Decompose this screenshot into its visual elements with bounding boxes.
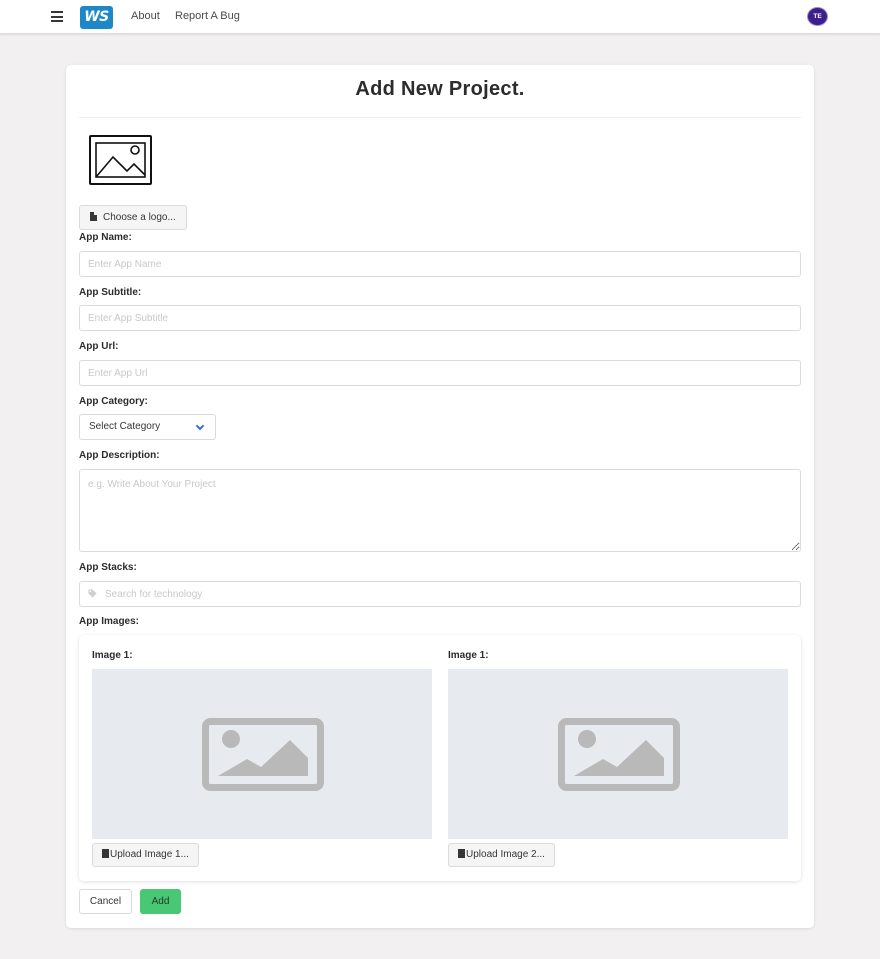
- cancel-button[interactable]: Cancel: [79, 889, 132, 914]
- title-divider: [79, 117, 801, 118]
- upload-image-2-button[interactable]: Upload Image 2...: [448, 843, 555, 867]
- nav-link-report-bug[interactable]: Report A Bug: [175, 10, 240, 22]
- page-title: Add New Project.: [355, 78, 525, 100]
- app-description-label: App Description:: [79, 450, 160, 461]
- ws-logo[interactable]: WS: [80, 6, 113, 29]
- nav-link-about[interactable]: About: [131, 10, 160, 22]
- user-avatar[interactable]: TE: [807, 7, 828, 26]
- app-subtitle-label: App Subtitle:: [79, 287, 142, 298]
- choose-logo-label: Choose a logo...: [103, 212, 176, 223]
- app-description-textarea[interactable]: [79, 469, 801, 552]
- app-name-label: App Name:: [79, 232, 132, 243]
- upload-image-1-label: Upload Image 1...: [110, 849, 189, 860]
- image-2-label: Image 1:: [448, 650, 489, 661]
- app-category-label: App Category:: [79, 396, 148, 407]
- top-navbar: WS About Report A Bug TE: [0, 0, 880, 34]
- image-2-preview[interactable]: [448, 669, 788, 839]
- choose-logo-button[interactable]: Choose a logo...: [79, 205, 187, 230]
- logo-placeholder-icon: [89, 135, 152, 185]
- app-url-input[interactable]: [79, 360, 801, 386]
- upload-image-1-button[interactable]: Upload Image 1...: [92, 843, 199, 867]
- app-stacks-label: App Stacks:: [79, 562, 137, 573]
- file-icon: [458, 849, 465, 858]
- app-category-selected: Select Category: [89, 421, 161, 432]
- app-stacks-search-input[interactable]: [79, 581, 801, 607]
- image-placeholder-icon: [558, 718, 680, 791]
- file-icon: [102, 849, 109, 858]
- image-1-label: Image 1:: [92, 650, 133, 661]
- app-name-input[interactable]: [79, 251, 801, 277]
- upload-image-2-label: Upload Image 2...: [466, 849, 545, 860]
- add-button[interactable]: Add: [140, 889, 181, 914]
- hamburger-menu-icon[interactable]: [51, 11, 63, 22]
- image-placeholder-icon: [202, 718, 324, 791]
- app-images-label: App Images:: [79, 616, 140, 627]
- app-url-label: App Url:: [79, 341, 119, 352]
- app-subtitle-input[interactable]: [79, 305, 801, 331]
- app-category-select[interactable]: Select Category: [79, 414, 216, 440]
- chevron-down-icon: [195, 421, 205, 431]
- file-icon: [90, 212, 97, 221]
- tag-icon: [88, 589, 97, 598]
- image-1-preview[interactable]: [92, 669, 432, 839]
